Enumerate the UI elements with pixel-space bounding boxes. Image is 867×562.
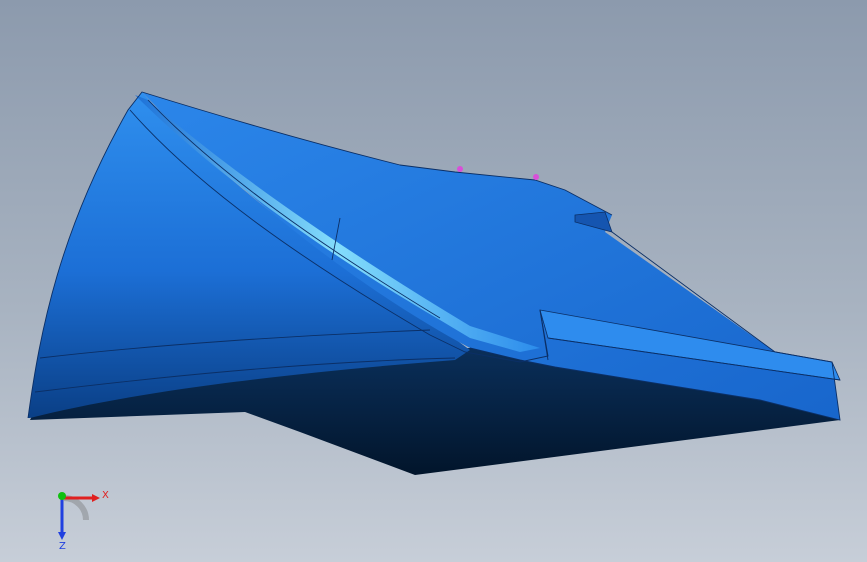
y-axis-dot bbox=[58, 492, 66, 500]
z-axis-label: Z bbox=[59, 541, 66, 550]
x-axis-label: X bbox=[102, 490, 109, 501]
marker-point-2[interactable] bbox=[533, 174, 539, 180]
cad-viewport[interactable]: X Z bbox=[0, 0, 867, 562]
marker-point-1[interactable] bbox=[457, 166, 463, 172]
triad-arc bbox=[63, 495, 89, 521]
x-axis-arrowhead bbox=[92, 494, 100, 502]
model-scene[interactable] bbox=[0, 0, 867, 562]
z-axis-arrowhead bbox=[58, 532, 66, 540]
coordinate-triad[interactable]: X Z bbox=[40, 480, 120, 550]
